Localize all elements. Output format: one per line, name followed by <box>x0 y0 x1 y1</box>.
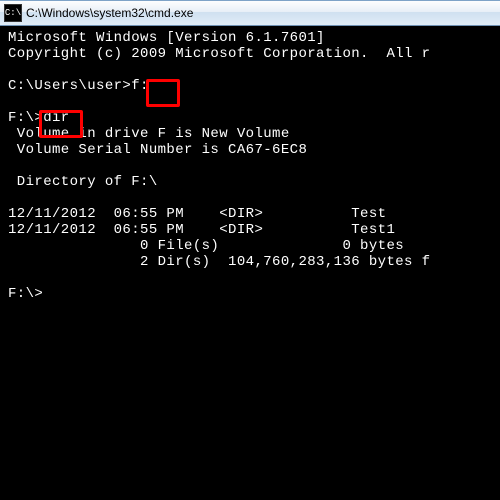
titlebar[interactable]: C:\ C:\Windows\system32\cmd.exe <box>0 0 500 26</box>
window-title: C:\Windows\system32\cmd.exe <box>26 5 496 21</box>
banner-copyright: Copyright (c) 2009 Microsoft Corporation… <box>8 46 430 62</box>
dirs-summary: 2 Dir(s) 104,760,283,136 bytes f <box>8 254 430 270</box>
cmd-window: C:\ C:\Windows\system32\cmd.exe Microsof… <box>0 0 500 500</box>
files-summary: 0 File(s) 0 bytes <box>8 238 404 254</box>
volume-name: Volume in drive F is New Volume <box>8 126 290 142</box>
prompt-line-1: C:\Users\user>f: <box>8 78 149 94</box>
banner-version: Microsoft Windows [Version 6.1.7601] <box>8 30 325 46</box>
cmd-icon: C:\ <box>4 4 22 22</box>
prompt-line-2: F:\>dir <box>8 110 70 126</box>
volume-serial: Volume Serial Number is CA67-6EC8 <box>8 142 307 158</box>
console-output[interactable]: Microsoft Windows [Version 6.1.7601] Cop… <box>0 26 500 500</box>
dir-row: 12/11/2012 06:55 PM <DIR> Test <box>8 206 386 222</box>
prompt-cursor: F:\> <box>8 286 43 302</box>
dir-row: 12/11/2012 06:55 PM <DIR> Test1 <box>8 222 395 238</box>
directory-header: Directory of F:\ <box>8 174 158 190</box>
